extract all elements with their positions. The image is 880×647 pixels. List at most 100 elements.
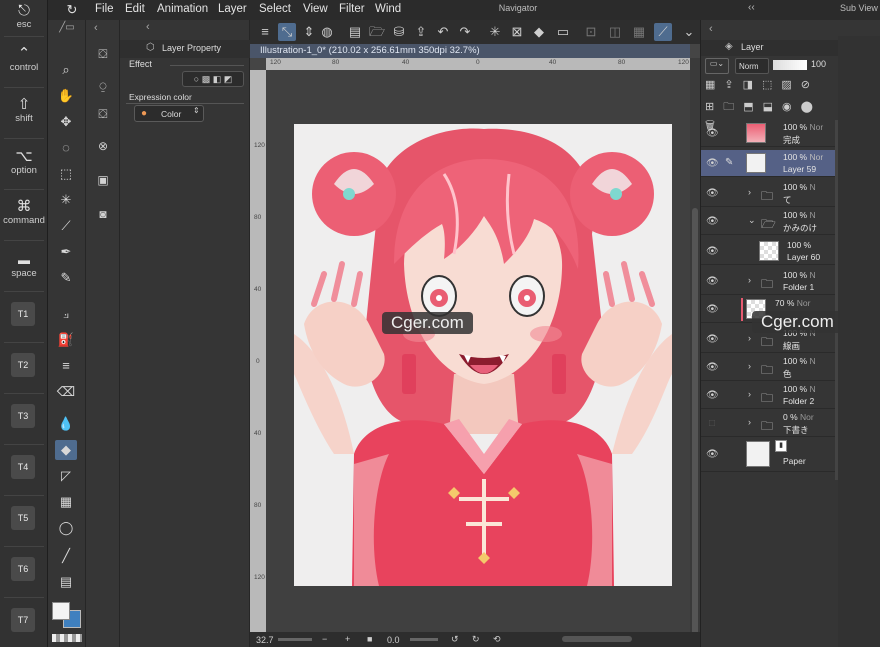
opacity-value[interactable]: 100 [811, 59, 826, 69]
snap-ruler-icon[interactable]: ◫ [606, 23, 624, 41]
line-tool-icon[interactable]: ╱ [55, 546, 77, 566]
balloon-tool-icon[interactable]: ◯ [55, 518, 77, 538]
layer-row[interactable]: 👁 ⌄ 🗁 100 % N かみのけ [701, 208, 835, 235]
primary-color-swatch[interactable] [52, 602, 70, 620]
app-logo-icon[interactable]: ↻ [64, 2, 80, 18]
open-file-icon[interactable]: 🗁 [368, 23, 386, 41]
horizontal-scroll-thumb[interactable] [562, 636, 632, 642]
eyedropper-icon[interactable]: ⟋ [55, 216, 77, 236]
camera-icon[interactable]: ◙ [93, 204, 113, 224]
flip-icon[interactable]: ⇕ [300, 23, 318, 41]
decoration-tool-icon[interactable]: ≡ [55, 356, 77, 376]
crop-icon[interactable]: ⊡ [582, 23, 600, 41]
tkey-1[interactable]: T1 [11, 302, 35, 326]
layer-panel-title[interactable]: Layer [741, 42, 764, 52]
frame-tool-icon[interactable]: ▤ [55, 572, 77, 592]
scroll-thumb[interactable] [692, 208, 698, 638]
shift-key[interactable]: ⇧ shift [0, 97, 48, 125]
visibility-eye-icon[interactable]: 👁 [706, 276, 719, 287]
tkey-7[interactable]: T7 [11, 608, 35, 632]
layer-row[interactable]: 👁 › 🗀 100 % N Folder 1 [701, 268, 835, 295]
fill-subtool-icon[interactable]: ⛋ [93, 44, 113, 64]
menu-view[interactable]: View [303, 3, 328, 15]
lasso-tool-icon[interactable]: ◌ [55, 138, 77, 158]
document-tab[interactable]: Illustration-1_0* (210.02 x 256.61mm 350… [250, 44, 690, 58]
option-key[interactable]: ⌥ option [0, 149, 48, 177]
layer-row[interactable]: 👁 › 🗀 100 % N Folder 2 [701, 382, 835, 409]
tkey-6[interactable]: T6 [11, 557, 35, 581]
angle-field[interactable]: 0.0 [387, 635, 400, 645]
hamburger-menu-icon[interactable]: ≡ [256, 23, 274, 41]
layer-row[interactable]: 👁 › 🗀 100 % N て [701, 180, 835, 207]
zoom-tool-icon[interactable]: ⌕ [55, 60, 77, 80]
ruler-top[interactable]: 120 80 40 0 40 80 120 [266, 58, 690, 70]
auto-select-icon[interactable]: ✳ [55, 190, 77, 210]
tkey-4[interactable]: T4 [11, 455, 35, 479]
visibility-eye-icon[interactable]: 👁 [706, 188, 719, 199]
layer-row[interactable]: 👁 › 🗀 100 % N 色 [701, 354, 835, 381]
paint-unfilled-icon[interactable]: ⊗ [93, 136, 113, 156]
menu-select[interactable]: Select [259, 3, 291, 15]
visibility-eye-icon[interactable]: 👁 [706, 216, 719, 227]
fill-lasso-icon[interactable]: ⛋ [93, 104, 113, 124]
angle-slider[interactable] [410, 638, 438, 641]
palette-grip[interactable]: ╱▭ [52, 22, 82, 36]
menu-layer[interactable]: Layer [218, 3, 247, 15]
zoom-slider[interactable] [278, 638, 312, 641]
canvas-stage[interactable]: Cger.com [266, 70, 690, 636]
collapse-chevron-icon[interactable]: ‹ [709, 23, 713, 35]
show-selection-icon[interactable]: ▭ [554, 23, 572, 41]
blend-tool-icon[interactable]: 💧 [55, 414, 77, 434]
fill-tool-icon[interactable]: ◆ [55, 440, 77, 460]
ruler-left[interactable]: 120 80 40 0 40 80 120 [250, 70, 266, 636]
move-tool-icon[interactable]: ✥ [55, 112, 77, 132]
save-icon[interactable]: ⛁ [390, 23, 408, 41]
transform-icon[interactable]: ⤡ [278, 23, 296, 41]
close-gap-icon[interactable]: ⍜ [93, 76, 113, 96]
new-canvas-icon[interactable]: ▤ [346, 23, 364, 41]
visibility-eye-icon[interactable]: 👁 [706, 449, 719, 460]
export-icon[interactable]: ⇪ [412, 23, 430, 41]
visibility-eye-icon[interactable]: 👁 [706, 304, 719, 315]
layer-row[interactable]: 👁 100 % Layer 60 [701, 238, 835, 265]
tkey-2[interactable]: T2 [11, 353, 35, 377]
opacity-slider[interactable] [773, 60, 807, 70]
zoom-out-icon[interactable]: − [322, 634, 327, 644]
layer-row[interactable]: 👁 100 % Nor 完成 [701, 120, 835, 147]
ruler-toggle-icon[interactable]: ⟋ [654, 23, 672, 41]
collapse-icon[interactable]: ‹‹ [748, 2, 755, 13]
chevron-down-icon[interactable]: ⌄ [680, 23, 698, 41]
reference-icon[interactable]: ◍ [318, 23, 336, 41]
fit-icon[interactable]: ■ [367, 634, 372, 644]
chevron-right-icon[interactable]: › [748, 333, 751, 343]
visibility-eye-icon[interactable]: 👁 [706, 334, 719, 345]
zoom-field[interactable]: 32.7 [256, 635, 274, 645]
visibility-eye-icon[interactable]: 👁 [706, 246, 719, 257]
space-key[interactable]: ▬ space [0, 252, 48, 279]
visibility-eye-icon[interactable]: 👁 [706, 158, 719, 169]
visibility-eye-icon[interactable]: 👁 [706, 390, 719, 401]
chevron-right-icon[interactable]: › [748, 275, 751, 285]
layer-row[interactable]: 👁 ✎ 100 % Nor Layer 59 [701, 150, 835, 177]
menu-file[interactable]: File [95, 3, 114, 15]
expression-color-select[interactable]: ● Color ⇕ [134, 105, 204, 122]
chevron-right-icon[interactable]: › [748, 417, 751, 427]
chevron-right-icon[interactable]: › [748, 389, 751, 399]
brush-tool-icon[interactable]: ⟓ [55, 304, 77, 324]
tkey-5[interactable]: T5 [11, 506, 35, 530]
rotate-left-icon[interactable]: ↺ [451, 634, 459, 645]
tkey-3[interactable]: T3 [11, 404, 35, 428]
layer-property-title[interactable]: Layer Property [162, 43, 221, 53]
visibility-eye-icon[interactable]: 👁 [706, 362, 719, 373]
artwork-canvas[interactable] [294, 124, 672, 586]
collapse-chevron-icon[interactable]: ‹ [146, 21, 150, 33]
layer-row[interactable]: □ › 🗀 0 % Nor 下書き [701, 410, 835, 437]
shape-tool-icon[interactable]: ▦ [55, 492, 77, 512]
vertical-scrollbar[interactable] [690, 58, 700, 638]
layer-options-icon[interactable]: ▭⌄ [705, 58, 729, 74]
menu-window[interactable]: Wind [375, 3, 401, 15]
clear-icon[interactable]: ⊠ [508, 23, 526, 41]
menu-edit[interactable]: Edit [125, 3, 145, 15]
refer-layer-icon[interactable]: ▣ [93, 170, 113, 190]
airbrush-icon[interactable]: ⛽ [55, 330, 77, 350]
